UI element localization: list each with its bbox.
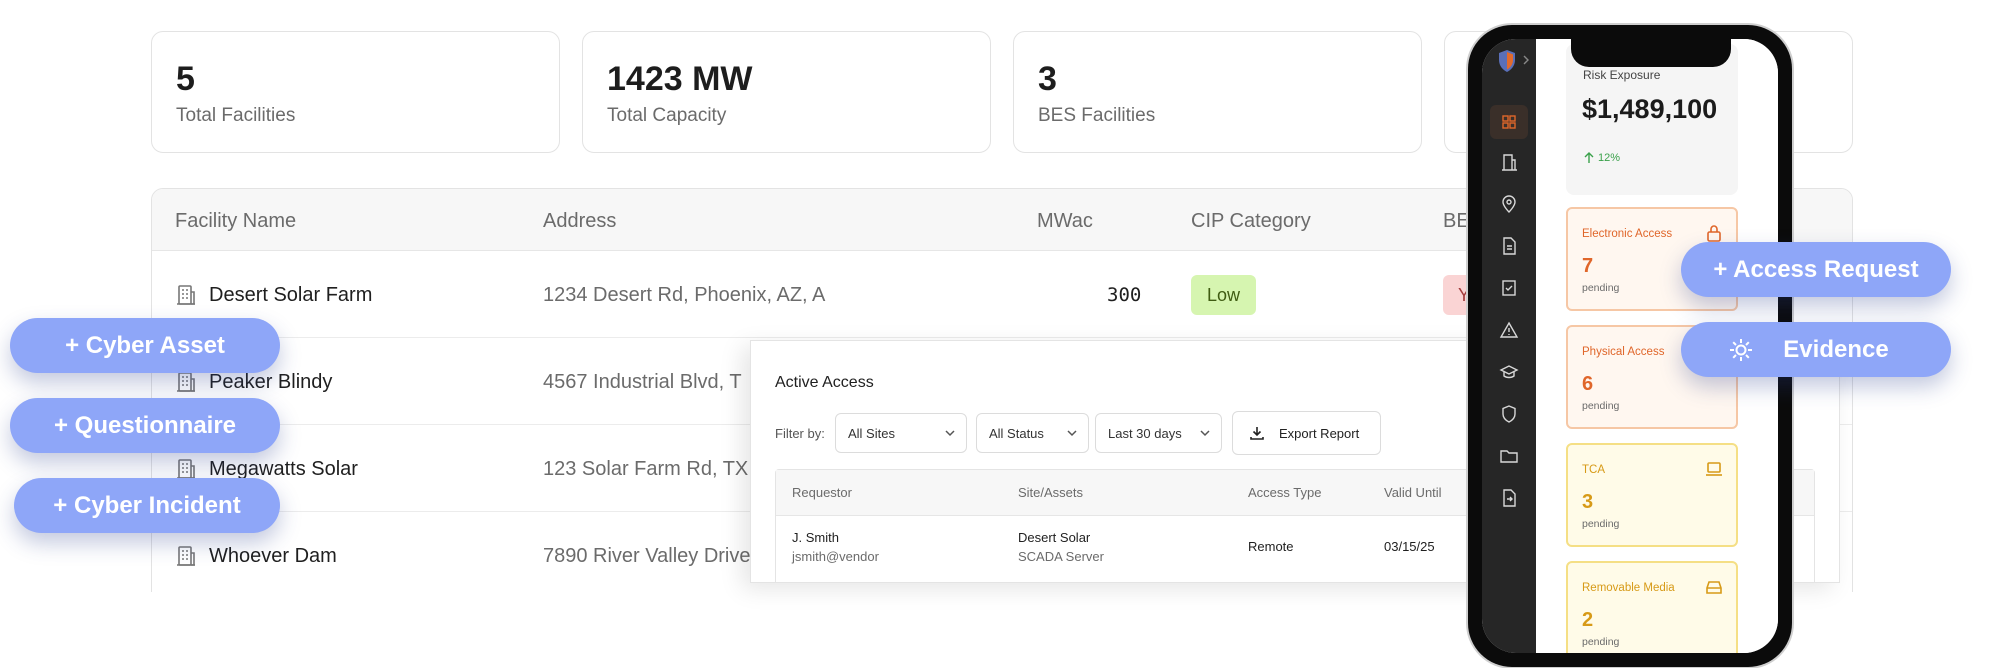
phone-notch	[1571, 39, 1731, 67]
evidence-label: Evidence	[1783, 336, 1889, 363]
status-filter-select[interactable]: All Status	[976, 413, 1089, 453]
requestor-email: jsmith@vendor	[792, 549, 879, 564]
facility-address: 7890 River Valley Drive	[543, 545, 751, 567]
chevron-down-icon	[1067, 430, 1077, 437]
select-value: All Status	[989, 426, 1044, 441]
download-icon	[1250, 427, 1264, 440]
panel-title: Active Access	[775, 374, 874, 391]
column-header-bes[interactable]: BE	[1443, 210, 1470, 233]
column-header-address[interactable]: Address	[543, 210, 616, 233]
card-count: 2	[1582, 609, 1594, 631]
card-title: TCA	[1582, 464, 1605, 476]
card-sub: pending	[1582, 282, 1620, 294]
sidebar-item-dashboard[interactable]	[1490, 105, 1528, 139]
document-icon[interactable]	[1499, 236, 1519, 256]
building-icon	[177, 459, 195, 479]
add-cyber-asset-button[interactable]: + Cyber Asset	[10, 318, 280, 373]
stat-value: 5	[176, 60, 195, 98]
column-header-site-assets[interactable]: Site/Assets	[1018, 485, 1083, 500]
folder-icon[interactable]	[1499, 446, 1519, 466]
add-cyber-incident-button[interactable]: + Cyber Incident	[14, 478, 280, 533]
removable-media-card[interactable]: Removable Media 2 pending	[1566, 561, 1738, 653]
dashboard-icon	[1502, 115, 1516, 129]
training-icon[interactable]	[1499, 362, 1519, 382]
building-icon	[177, 285, 195, 305]
tca-card[interactable]: TCA 3 pending	[1566, 443, 1738, 547]
stat-value: 1423 MW	[607, 60, 753, 98]
export-label: Export Report	[1279, 426, 1360, 441]
chevron-right-icon[interactable]	[1522, 55, 1530, 65]
shield-logo-icon	[1499, 50, 1515, 72]
checklist-icon[interactable]	[1499, 278, 1519, 298]
card-sub: pending	[1582, 400, 1620, 412]
cip-category-badge: Low	[1191, 275, 1256, 315]
card-sub: pending	[1582, 518, 1620, 530]
column-header-requestor[interactable]: Requestor	[792, 485, 852, 500]
export-report-button[interactable]: Export Report	[1232, 411, 1381, 455]
building-icon	[177, 372, 195, 392]
sites-filter-select[interactable]: All Sites	[835, 413, 967, 453]
stat-card-total-facilities: 5 Total Facilities	[151, 31, 560, 153]
stat-card-total-capacity: 1423 MW Total Capacity	[582, 31, 991, 153]
lock-icon	[1707, 225, 1721, 242]
select-value: All Sites	[848, 426, 895, 441]
drive-icon	[1706, 581, 1722, 594]
column-header-access-type[interactable]: Access Type	[1248, 485, 1321, 500]
chevron-down-icon	[945, 430, 955, 437]
gear-icon	[1730, 339, 1752, 361]
building-icon[interactable]	[1499, 152, 1519, 172]
stat-label: BES Facilities	[1038, 105, 1156, 126]
stat-label: Total Facilities	[176, 105, 296, 126]
stat-card-bes-facilities: 3 BES Facilities	[1013, 31, 1422, 153]
filter-label: Filter by:	[775, 426, 825, 441]
warning-icon[interactable]	[1499, 320, 1519, 340]
site-name: Desert Solar	[1018, 530, 1091, 545]
card-sub: pending	[1582, 636, 1620, 648]
building-icon	[177, 546, 195, 566]
requestor-name: J. Smith	[792, 530, 839, 545]
laptop-icon	[1706, 462, 1722, 476]
column-header-cip-category[interactable]: CIP Category	[1191, 210, 1311, 233]
asset-name: SCADA Server	[1018, 549, 1104, 564]
evidence-button[interactable]: Evidence	[1681, 322, 1951, 377]
arrow-up-icon	[1584, 152, 1594, 163]
date-range-select[interactable]: Last 30 days	[1095, 413, 1222, 453]
select-value: Last 30 days	[1108, 426, 1182, 441]
column-header-valid-until[interactable]: Valid Until	[1384, 485, 1442, 500]
card-count: 7	[1582, 255, 1594, 277]
column-header-facility-name[interactable]: Facility Name	[175, 210, 296, 233]
risk-change: 12%	[1598, 152, 1621, 164]
facility-address: 123 Solar Farm Rd, TX,	[543, 458, 754, 480]
facility-name[interactable]: Desert Solar Farm	[209, 284, 372, 307]
facility-name[interactable]: Whoever Dam	[209, 545, 337, 568]
shield-icon[interactable]	[1499, 404, 1519, 424]
file-export-icon[interactable]	[1499, 488, 1519, 508]
card-count: 3	[1582, 491, 1594, 513]
card-title: Removable Media	[1582, 582, 1675, 594]
location-pin-icon[interactable]	[1499, 194, 1519, 214]
stat-label: Total Capacity	[607, 105, 727, 126]
column-header-mwac[interactable]: MWac	[1037, 210, 1093, 233]
access-type: Remote	[1248, 539, 1294, 554]
facility-name[interactable]: Peaker Blindy	[209, 371, 332, 394]
chevron-down-icon	[1200, 430, 1210, 437]
stat-value: 3	[1038, 60, 1057, 98]
card-title: Electronic Access	[1582, 228, 1673, 240]
valid-until: 03/15/25	[1384, 539, 1435, 554]
add-access-request-button[interactable]: + Access Request	[1681, 242, 1951, 297]
facility-address: 1234 Desert Rd, Phoenix, AZ, A	[543, 284, 826, 306]
risk-title: Risk Exposure	[1583, 68, 1661, 82]
mobile-sidebar	[1482, 39, 1536, 653]
facility-mwac: 300	[1107, 284, 1142, 306]
risk-value: $1,489,100	[1582, 94, 1718, 124]
add-questionnaire-button[interactable]: + Questionnaire	[10, 398, 280, 453]
card-count: 6	[1582, 373, 1594, 395]
card-title: Physical Access	[1582, 346, 1665, 358]
facility-address: 4567 Industrial Blvd, T	[543, 371, 742, 393]
